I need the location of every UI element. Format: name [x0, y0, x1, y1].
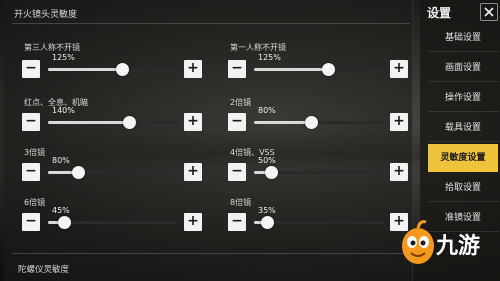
setting-label: 第一人称不开镜 [230, 43, 286, 52]
setting-4x-vss-scope: 4倍镜、VSS − 50% + [228, 147, 413, 187]
setting-label: 2倍镜 [230, 98, 252, 107]
slider-knob[interactable] [305, 116, 318, 129]
setting-red-dot-holo-iron: 红点、全息、机瞄 − 140% + [22, 97, 207, 137]
slider-track[interactable] [48, 166, 178, 179]
slider-knob[interactable] [72, 166, 85, 179]
setting-3x-scope: 3倍镜 − 80% + [22, 147, 207, 187]
setting-tpp-no-scope: 第三人称不开镜 − 125% + [22, 43, 207, 84]
section-title: 开火镜头灵敏度 [14, 10, 78, 20]
slider-track[interactable] [48, 216, 178, 229]
slider-knob[interactable] [261, 216, 274, 229]
setting-value: 45% [52, 206, 70, 215]
slider-fill [48, 121, 129, 124]
decrease-button[interactable]: − [228, 60, 246, 78]
nav-vehicle-settings[interactable]: 载具设置 [428, 114, 498, 142]
setting-value: 80% [52, 156, 70, 165]
increase-button[interactable]: + [390, 113, 408, 131]
watermark-text: 九游 [436, 234, 481, 259]
slider-track[interactable] [254, 216, 384, 229]
slider-track[interactable] [48, 116, 178, 129]
slider-fill [254, 121, 311, 124]
slider-knob[interactable] [58, 216, 71, 229]
sidebar-title: 设置 [427, 6, 452, 20]
slider-knob[interactable] [322, 63, 335, 76]
setting-2x-scope: 2倍镜 − 80% + [228, 97, 413, 137]
setting-8x-scope: 8倍镜 − 35% + [228, 197, 413, 237]
slider-fill [254, 68, 328, 71]
slider-knob[interactable] [123, 116, 136, 129]
increase-button[interactable]: + [390, 163, 408, 181]
setting-label: 6倍镜 [24, 198, 46, 207]
slider-track[interactable] [254, 63, 384, 76]
decrease-button[interactable]: − [228, 113, 246, 131]
nav-basic-settings[interactable]: 基础设置 [428, 24, 498, 52]
slider-knob[interactable] [116, 63, 129, 76]
decrease-button[interactable]: − [22, 163, 40, 181]
decrease-button[interactable]: − [22, 113, 40, 131]
setting-value: 80% [258, 106, 276, 115]
setting-label: 第三人称不开镜 [24, 43, 80, 52]
slider-knob[interactable] [265, 166, 278, 179]
setting-value: 125% [258, 53, 281, 62]
setting-value: 140% [52, 106, 75, 115]
jiuyou-mascot-icon [402, 220, 434, 264]
nav-graphics-settings[interactable]: 画面设置 [428, 54, 498, 82]
slider-track[interactable] [254, 166, 384, 179]
slider-track[interactable] [254, 116, 384, 129]
gyro-section-title[interactable]: 陀螺仪灵敏度 [18, 263, 69, 275]
sensitivity-panel: 开火镜头灵敏度 第三人称不开镜 − 125% + 第一人称不开镜 − 125% … [4, 0, 413, 281]
setting-fpp-no-scope: 第一人称不开镜 − 125% + [228, 43, 413, 84]
jiuyou-watermark: 九游 [398, 218, 498, 268]
decrease-button[interactable]: − [22, 213, 40, 231]
increase-button[interactable]: + [184, 213, 202, 231]
section-divider [12, 253, 410, 254]
close-icon[interactable] [480, 3, 498, 21]
slider-fill [48, 68, 122, 71]
increase-button[interactable]: + [390, 60, 408, 78]
setting-value: 35% [258, 206, 276, 215]
slider-track[interactable] [48, 63, 178, 76]
setting-label: 8倍镜 [230, 198, 252, 207]
decrease-button[interactable]: − [228, 213, 246, 231]
section-divider [12, 23, 410, 24]
setting-value: 50% [258, 156, 276, 165]
setting-6x-scope: 6倍镜 − 45% + [22, 197, 207, 237]
increase-button[interactable]: + [184, 113, 202, 131]
decrease-button[interactable]: − [228, 163, 246, 181]
increase-button[interactable]: + [184, 163, 202, 181]
nav-sensitivity-settings[interactable]: 灵敏度设置 [428, 144, 498, 172]
setting-label: 3倍镜 [24, 148, 46, 157]
nav-controls-settings[interactable]: 操作设置 [428, 84, 498, 112]
decrease-button[interactable]: − [22, 60, 40, 78]
increase-button[interactable]: + [184, 60, 202, 78]
setting-value: 125% [52, 53, 75, 62]
nav-pickup-settings[interactable]: 拾取设置 [428, 174, 498, 202]
